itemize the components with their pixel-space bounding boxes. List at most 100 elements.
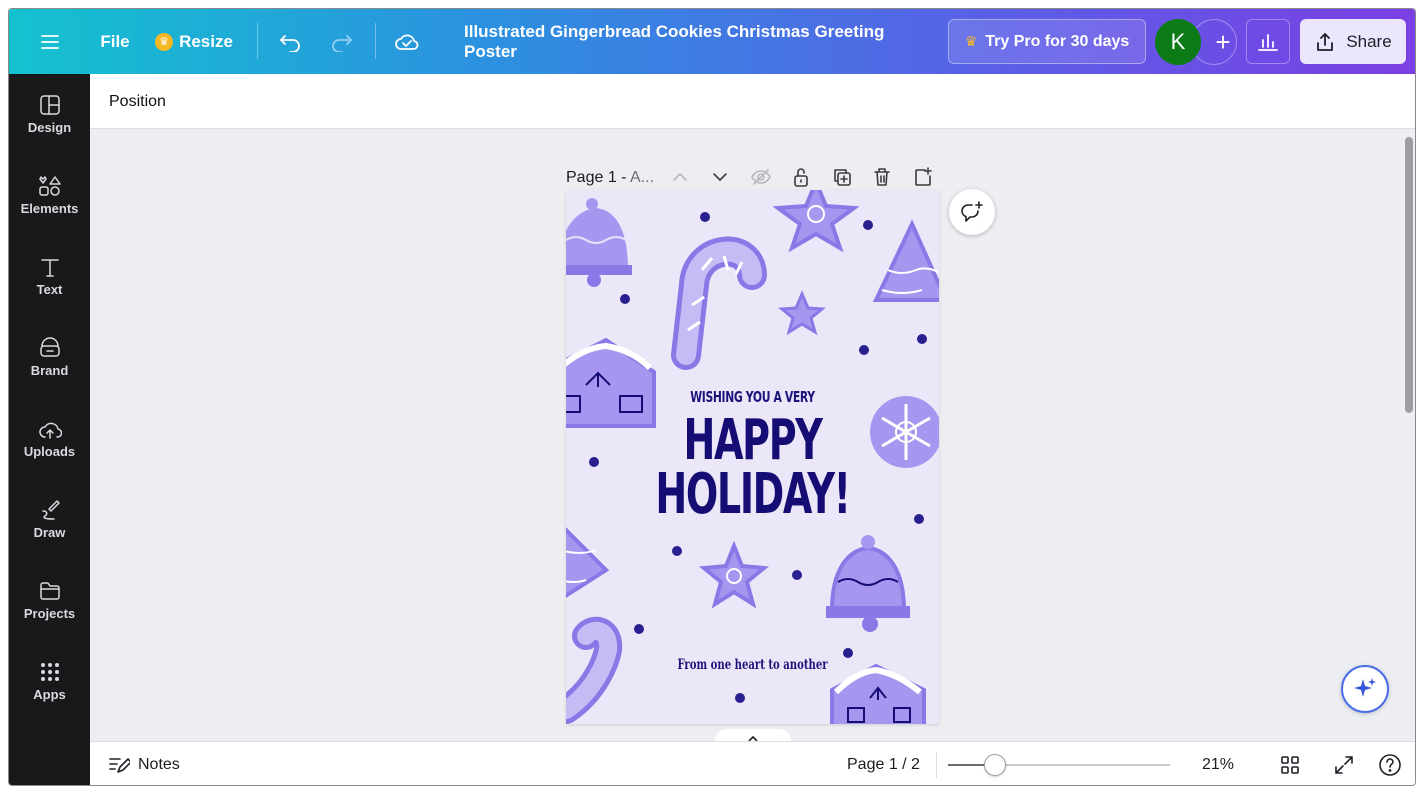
star-cookie-bottom — [698, 540, 770, 609]
snowflake-cookie — [870, 396, 939, 468]
bottom-bar: Notes Page 1 / 2 21% — [90, 741, 1415, 785]
chevron-down-icon — [713, 173, 727, 181]
star-cookie-top — [772, 190, 860, 253]
layout-icon — [39, 95, 60, 115]
plus-icon: + — [1215, 26, 1231, 57]
share-label: Share — [1346, 31, 1392, 51]
candy-cane-cookie-bottom — [566, 616, 623, 724]
text-icon — [40, 259, 59, 277]
context-toolbar: Position — [90, 74, 1415, 129]
sidebar-item-label: Projects — [23, 606, 76, 621]
lock-page-button[interactable] — [789, 165, 813, 189]
shapes-icon — [38, 176, 61, 196]
resize-button[interactable]: ♛ Resize — [154, 9, 234, 74]
sidebar-item-brand[interactable]: Brand — [9, 317, 90, 398]
bell-cookie-bottom — [826, 535, 910, 632]
divider — [936, 752, 937, 778]
delete-page-button[interactable] — [870, 165, 894, 189]
sidebar-item-draw[interactable]: Draw — [9, 479, 90, 560]
sparkle-icon — [1354, 678, 1376, 697]
canvas-area: Page 1 - A... WISHING YOU A VERY HAPPY H… — [90, 129, 1405, 741]
tree-cookie-right — [872, 219, 939, 302]
sidebar-item-apps[interactable]: Apps — [9, 641, 90, 722]
undo-button[interactable] — [275, 9, 305, 74]
help-icon — [1379, 754, 1401, 776]
hamburger-icon — [41, 34, 59, 49]
redo-button[interactable] — [327, 9, 357, 74]
sidebar-item-text[interactable]: Text — [9, 236, 90, 317]
document-title[interactable]: Illustrated Gingerbread Cookies Christma… — [464, 9, 929, 74]
magic-assistant-button[interactable] — [1341, 665, 1389, 713]
sidebar-item-label: Apps — [33, 687, 66, 702]
bell-cookie — [566, 198, 632, 287]
add-page-icon — [915, 167, 932, 186]
add-comment-button[interactable] — [949, 189, 995, 235]
poster-heading-line2[interactable]: HOLIDAY! — [626, 462, 880, 527]
sidebar-item-label: Brand — [30, 363, 69, 378]
house-cookie-bottom — [830, 663, 926, 724]
share-icon — [1317, 32, 1334, 51]
sidebar-item-design[interactable]: Design — [9, 74, 90, 155]
zoom-slider[interactable] — [948, 754, 1170, 776]
expand-icon — [1335, 756, 1353, 774]
avatar[interactable]: K — [1155, 19, 1201, 65]
zoom-level[interactable]: 21% — [1202, 742, 1234, 785]
bar-chart-icon — [1258, 33, 1278, 51]
insights-button[interactable] — [1246, 19, 1290, 64]
design-page[interactable]: WISHING YOU A VERY HAPPY HOLIDAY! From o… — [566, 190, 939, 724]
chevron-up-icon — [673, 173, 687, 181]
cloud-check-icon — [395, 34, 419, 50]
move-page-up-button[interactable] — [668, 165, 692, 189]
page-title[interactable]: Page 1 - A... — [566, 169, 654, 187]
unlock-icon — [794, 168, 808, 187]
position-button[interactable]: Position — [109, 74, 166, 129]
poster-pre-heading[interactable]: WISHING YOU A VERY — [618, 388, 887, 406]
crown-icon: ♛ — [964, 33, 978, 49]
divider — [257, 23, 258, 59]
side-navigation: Design Elements Text Brand Uploads Draw … — [9, 74, 90, 785]
sidebar-item-label: Elements — [20, 201, 79, 216]
share-button[interactable]: Share — [1300, 19, 1406, 64]
page-indicator[interactable]: Page 1 / 2 — [847, 742, 920, 785]
trash-icon — [874, 168, 890, 186]
hamburger-menu-button[interactable] — [27, 9, 73, 74]
comment-add-icon — [961, 201, 983, 222]
sidebar-item-label: Text — [36, 282, 63, 297]
vertical-scrollbar[interactable] — [1405, 137, 1413, 413]
sidebar-item-label: Uploads — [23, 444, 76, 459]
notes-label: Notes — [138, 756, 180, 773]
apps-grid-icon — [40, 663, 59, 681]
add-page-button[interactable] — [911, 165, 935, 189]
editor-window: File ♛ Resize Illustrated Gingerbread Co… — [8, 8, 1416, 786]
duplicate-page-button[interactable] — [830, 165, 854, 189]
file-menu-button[interactable]: File — [91, 9, 139, 74]
folder-icon — [39, 582, 60, 600]
sidebar-item-projects[interactable]: Projects — [9, 560, 90, 641]
duplicate-icon — [834, 169, 851, 186]
crown-icon: ♛ — [155, 32, 174, 51]
cloud-upload-icon — [38, 422, 62, 439]
cloud-save-status[interactable] — [392, 9, 422, 74]
grid-view-button[interactable] — [1280, 742, 1300, 785]
try-pro-label: Try Pro for 30 days — [985, 32, 1130, 50]
small-star-cookie — [778, 290, 826, 336]
resize-label: Resize — [179, 31, 233, 51]
sidebar-item-label: Draw — [33, 525, 66, 540]
notes-button[interactable]: Notes — [108, 742, 180, 785]
undo-icon — [280, 34, 300, 52]
poster-footer-text[interactable]: From one heart to another — [618, 657, 887, 673]
hide-page-button[interactable] — [749, 165, 773, 189]
pen-icon — [41, 500, 60, 520]
divider — [375, 23, 376, 59]
sidebar-item-elements[interactable]: Elements — [9, 155, 90, 236]
show-pages-toggle[interactable] — [715, 729, 791, 741]
tree-cookie-left — [566, 527, 610, 598]
help-button[interactable] — [1378, 742, 1402, 785]
move-page-down-button[interactable] — [708, 165, 732, 189]
try-pro-button[interactable]: ♛ Try Pro for 30 days — [948, 19, 1146, 64]
top-bar: File ♛ Resize Illustrated Gingerbread Co… — [9, 9, 1415, 74]
sidebar-item-uploads[interactable]: Uploads — [9, 398, 90, 479]
zoom-slider-handle[interactable] — [983, 754, 1006, 776]
fullscreen-button[interactable] — [1334, 742, 1354, 785]
brand-icon — [39, 337, 60, 357]
